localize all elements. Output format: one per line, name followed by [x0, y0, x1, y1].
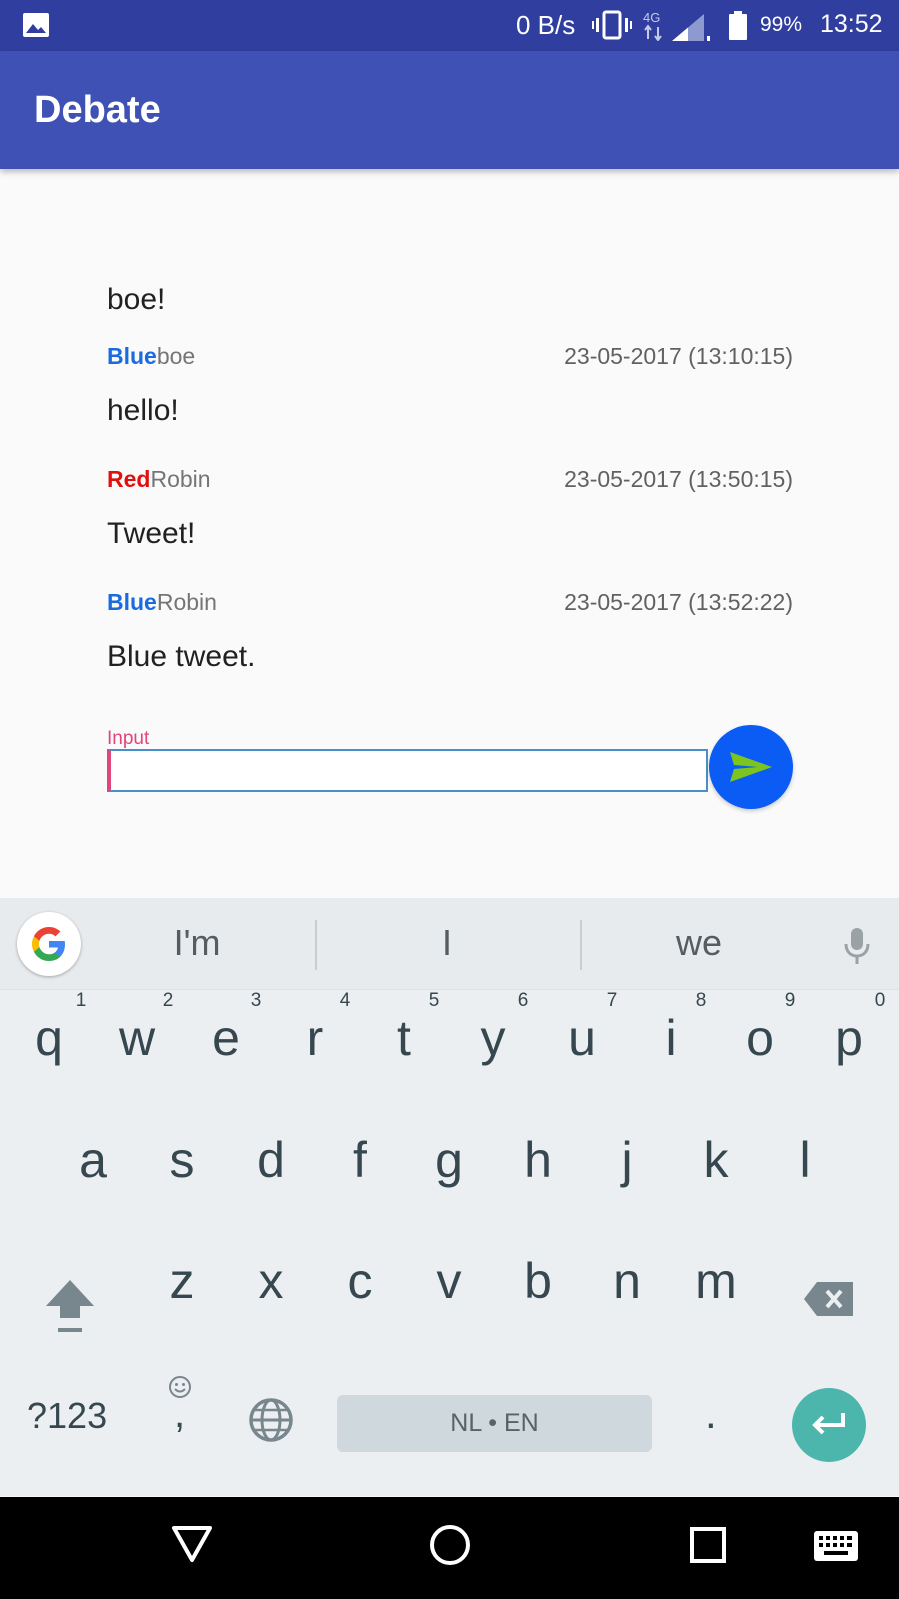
key-d[interactable]: d: [231, 1130, 311, 1190]
page-title: Debate: [34, 89, 161, 131]
home-icon[interactable]: [429, 1524, 471, 1566]
backspace-icon[interactable]: [803, 1281, 855, 1317]
vibrate-icon: [592, 10, 632, 40]
key-f[interactable]: f: [320, 1130, 400, 1190]
gallery-icon: [23, 13, 49, 37]
suggestion-item[interactable]: I: [387, 922, 507, 964]
key-z[interactable]: z: [142, 1251, 222, 1311]
key-j[interactable]: j: [587, 1130, 667, 1190]
key-k[interactable]: k: [676, 1130, 756, 1190]
key-i[interactable]: i: [631, 1008, 711, 1068]
message-author: Robin: [156, 589, 217, 615]
key-v[interactable]: v: [409, 1251, 489, 1311]
message-text: Blue tweet.: [107, 640, 256, 673]
symbols-key[interactable]: ?123: [27, 1395, 107, 1437]
space-key[interactable]: NL • EN: [337, 1395, 652, 1452]
message-team: Red: [107, 466, 151, 492]
send-icon: [730, 752, 772, 782]
recents-icon[interactable]: [690, 1527, 726, 1563]
message-timestamp: 23-05-2017 (13:10:15): [564, 343, 793, 369]
battery-icon: [729, 11, 747, 40]
soft-keyboard: I'm I we 1 2 3 4 5 6 7 8 9 0 q w e r t y…: [0, 898, 899, 1496]
message-timestamp: 23-05-2017 (13:50:15): [564, 466, 793, 492]
google-icon: [32, 927, 65, 961]
suggestion-divider: [315, 920, 317, 970]
net-speed: 0 B/s: [516, 10, 576, 40]
suggestion-item[interactable]: we: [639, 922, 759, 964]
message-item: RedRobin 23-05-2017 (13:50:15) Tweet!: [107, 466, 793, 589]
enter-key[interactable]: [792, 1388, 866, 1462]
key-s[interactable]: s: [142, 1130, 222, 1190]
navigation-bar: [0, 1497, 899, 1599]
key-a[interactable]: a: [53, 1130, 133, 1190]
key-p[interactable]: p: [809, 1008, 889, 1068]
key-u[interactable]: u: [542, 1008, 622, 1068]
message-item: Blueboe 23-05-2017 (13:10:15) hello!: [107, 343, 793, 466]
message-item: BlueRobin 23-05-2017 (13:52:22) Blue twe…: [107, 589, 793, 712]
message-timestamp: 23-05-2017 (13:52:22): [564, 589, 793, 615]
key-h[interactable]: h: [498, 1130, 578, 1190]
key-q[interactable]: q: [9, 1008, 89, 1068]
back-icon[interactable]: [171, 1525, 213, 1563]
key-c[interactable]: c: [320, 1251, 400, 1311]
message-text: Tweet!: [107, 517, 196, 550]
clock: 13:52: [820, 10, 883, 38]
keyboard-icon[interactable]: [813, 1530, 859, 1562]
shift-icon[interactable]: [44, 1278, 96, 1334]
key-r[interactable]: r: [275, 1008, 355, 1068]
signal-icon: [672, 14, 710, 41]
message-input[interactable]: [107, 749, 708, 792]
globe-icon[interactable]: [248, 1397, 294, 1443]
input-label: Input: [107, 728, 150, 749]
message-text: hello!: [107, 394, 179, 427]
message-team: Blue: [107, 589, 157, 615]
message-author: Robin: [150, 466, 211, 492]
enter-icon: [812, 1413, 845, 1435]
message-team: Blue: [107, 343, 157, 369]
message-composer: Input: [107, 725, 793, 809]
key-b[interactable]: b: [498, 1251, 578, 1311]
suggestion-item[interactable]: I'm: [137, 922, 257, 964]
network-type-label: 4G: [643, 10, 660, 25]
send-button[interactable]: [709, 725, 793, 809]
key-x[interactable]: x: [231, 1251, 311, 1311]
key-o[interactable]: o: [720, 1008, 800, 1068]
app-bar: Debate: [0, 51, 899, 169]
message-header: RedRobin 23-05-2017 (13:50:15): [107, 466, 793, 510]
period-key[interactable]: .: [705, 1390, 717, 1438]
key-n[interactable]: n: [587, 1251, 667, 1311]
key-e[interactable]: e: [186, 1008, 266, 1068]
emoji-comma-key[interactable]: ,: [165, 1374, 195, 1436]
suggestion-bar: I'm I we: [0, 898, 899, 990]
mic-icon[interactable]: [842, 926, 872, 966]
key-g[interactable]: g: [409, 1130, 489, 1190]
message-text: boe!: [107, 283, 166, 316]
message-item: boe!: [107, 280, 793, 343]
key-y[interactable]: y: [453, 1008, 533, 1068]
key-t[interactable]: t: [364, 1008, 444, 1068]
comma-label: ,: [174, 1392, 186, 1436]
battery-percent: 99%: [760, 13, 803, 36]
status-bar: 0 B/s 4G 99% 13:52: [0, 0, 899, 51]
key-l[interactable]: l: [765, 1130, 845, 1190]
message-author: boe: [156, 343, 196, 369]
message-header: BlueRobin 23-05-2017 (13:52:22): [107, 589, 793, 633]
suggestion-divider: [580, 920, 582, 970]
network-type-icon: 4G: [643, 10, 662, 41]
message-list: boe! Blueboe 23-05-2017 (13:10:15) hello…: [107, 280, 793, 712]
key-m[interactable]: m: [676, 1251, 756, 1311]
key-w[interactable]: w: [97, 1008, 177, 1068]
message-header: Blueboe 23-05-2017 (13:10:15): [107, 343, 793, 387]
google-button[interactable]: [17, 912, 81, 976]
